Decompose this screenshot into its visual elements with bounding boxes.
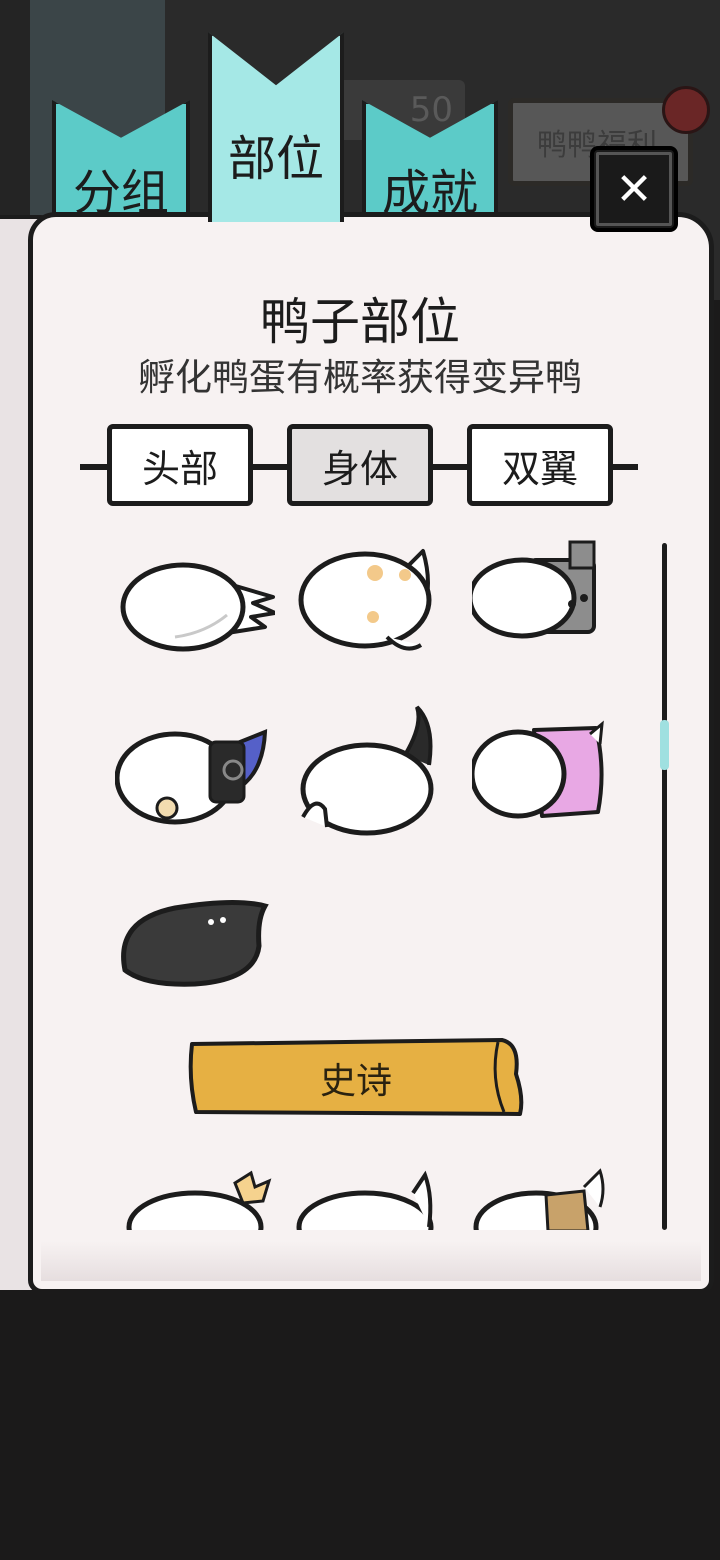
subtab-wings-label: 双翼 — [501, 446, 578, 491]
subtab-body[interactable]: 身体 — [287, 424, 433, 506]
subtab-wings[interactable]: 双翼 — [467, 424, 613, 506]
close-icon: ✕ — [615, 163, 653, 215]
robot-body-icon — [467, 540, 596, 639]
black-body-icon — [121, 899, 269, 987]
part-item[interactable] — [115, 890, 275, 1030]
subtab-body-label: 身体 — [321, 446, 398, 491]
rarity-epic-label: 史诗 — [319, 1061, 392, 1102]
armored-body-icon — [114, 728, 268, 825]
bow-body-icon — [126, 1170, 272, 1230]
panel-title: 鸭子部位 — [260, 293, 460, 351]
part-item[interactable] — [125, 1167, 285, 1230]
subtab-head[interactable]: 头部 — [107, 424, 253, 506]
parts-grid — [100, 535, 640, 1230]
part-item[interactable] — [295, 1167, 455, 1230]
background-wall — [0, 0, 30, 240]
part-item[interactable] — [469, 720, 632, 860]
close-button[interactable]: ✕ — [590, 146, 678, 232]
spotted-body-icon — [298, 549, 432, 651]
panel-subtitle: 孵化鸭蛋有概率获得变异鸭 — [138, 356, 582, 399]
scrollbar-thumb[interactable] — [660, 720, 669, 770]
part-item[interactable] — [472, 1167, 632, 1230]
part-item[interactable] — [114, 720, 275, 860]
pink-body-icon — [469, 720, 604, 819]
part-item[interactable] — [467, 540, 632, 680]
cat-tail-body-icon — [300, 705, 434, 836]
scrollbar-track[interactable] — [662, 543, 667, 1230]
part-item[interactable] — [295, 705, 455, 845]
plain-body-icon — [296, 1170, 434, 1230]
tab-parts-label: 部位 — [227, 131, 324, 187]
feather-tail-body-icon — [120, 562, 277, 652]
bottom-area — [0, 1290, 720, 1560]
part-item[interactable] — [115, 545, 277, 685]
subtab-head-label: 头部 — [141, 446, 218, 491]
notification-dot — [662, 86, 710, 134]
patched-body-icon — [473, 1168, 605, 1230]
counter-text: 50 — [409, 90, 453, 130]
part-item[interactable] — [295, 545, 455, 685]
